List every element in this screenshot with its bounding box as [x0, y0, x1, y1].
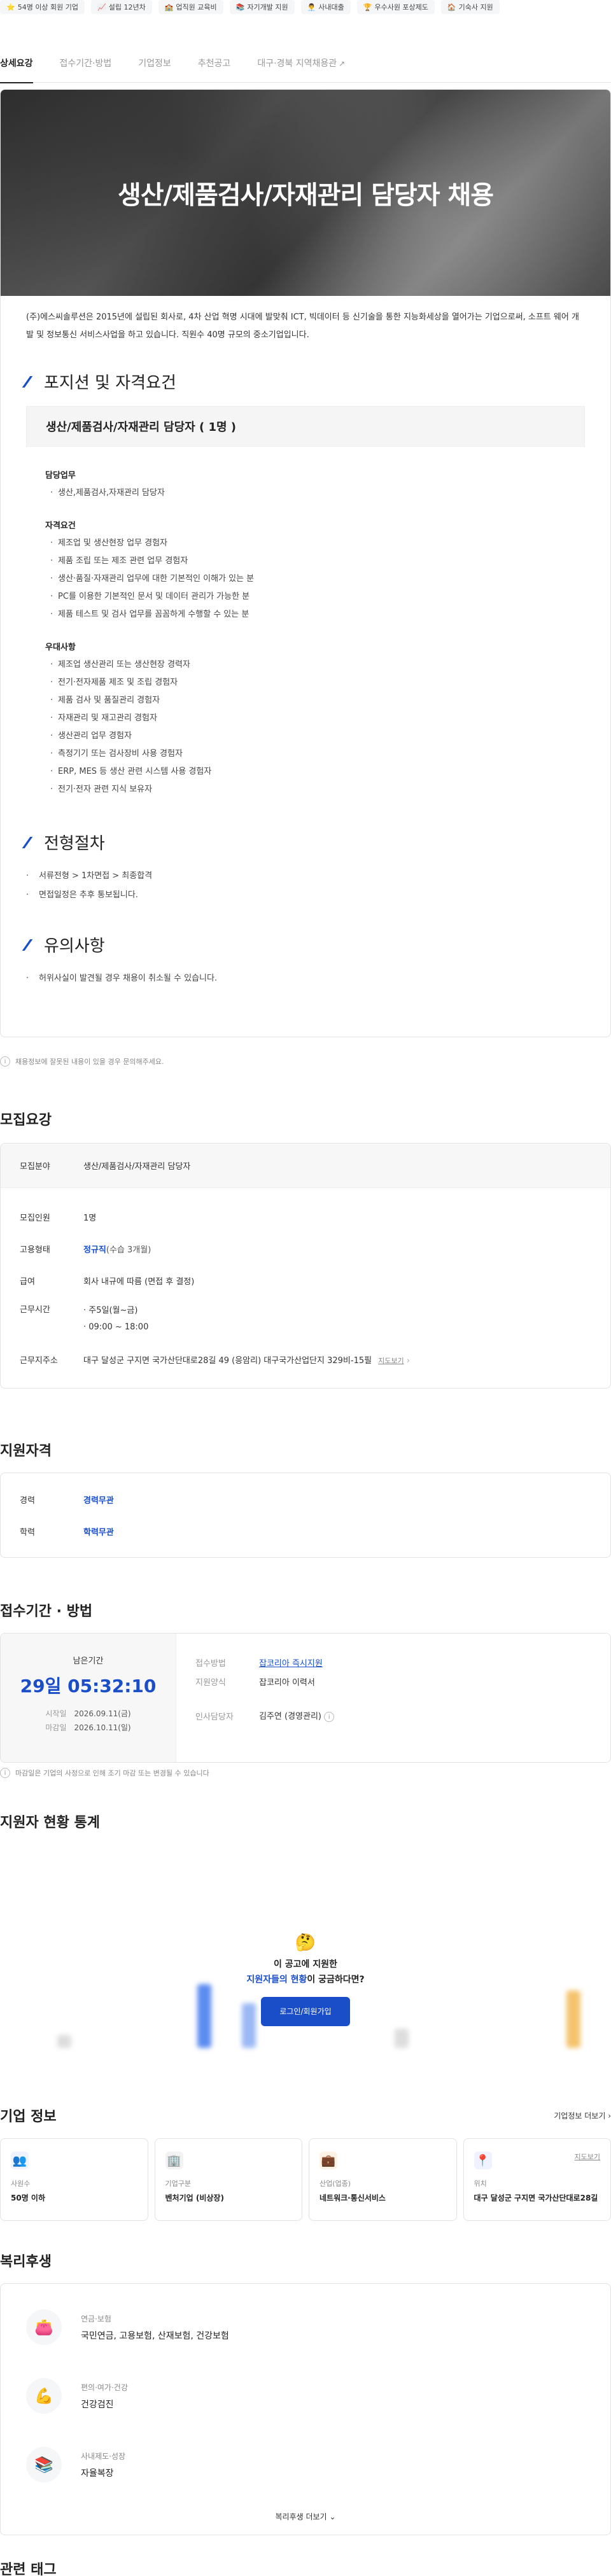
people-icon: 👥 — [11, 2152, 29, 2169]
company-more-link[interactable]: 기업정보 더보기 › — [554, 2110, 611, 2121]
chip: 🏆 우수사원 포상제도 — [356, 0, 435, 14]
company-info-card: 📍 지도보기 위치 대구 달성군 구지면 국가산단대로28길 — [463, 2138, 611, 2221]
period-box: 남은기간 29일 05:32:10 시작일 마감일 2026.09.11(금) 20… — [0, 1633, 611, 1763]
books-icon: 📚 — [26, 2447, 62, 2482]
company-intro: (주)에스씨솔루션은 2015년에 설립된 회사로, 4차 산업 혁명 시대에 … — [26, 312, 579, 340]
chip: 🏫 업직원 교육비 — [158, 0, 223, 14]
welfare-item: 👛 연금·보험 국민연금, 고용보험, 산재보험, 건강보험 — [1, 2293, 610, 2362]
list-item: 자재관리 및 재고관리 경험자 — [45, 710, 566, 727]
info-icon[interactable]: i — [324, 1712, 335, 1723]
summary-title: 모집요강 — [0, 1112, 52, 1128]
list-item: 제조업 및 생산현장 업무 경험자 — [45, 535, 566, 552]
chevron-right-icon: › — [406, 1355, 410, 1366]
company-title: 기업 정보 — [0, 2109, 57, 2125]
keyword-chips: ⭐ 54명 이상 회원 기업 📈 설립 12년차 🏫 업직원 교육비 📚 자기개발 지원… — [0, 0, 611, 15]
list-item: 생산·품질·자재관리 업무에 대한 기본적인 이해가 있는 분 — [45, 570, 566, 588]
location-pin-icon: 📍 — [474, 2152, 492, 2169]
tab-detail[interactable]: 상세요강 — [0, 45, 33, 83]
welfare-title: 복리후생 — [0, 2254, 52, 2270]
detail-tabs: 상세요강 접수기간·방법 기업정보 추천공고 대구·경북 지역채용관 ↗ — [0, 45, 611, 83]
period-notice: i 마감일은 기업의 사정으로 인해 조기 마감 또는 변경될 수 있습니다 — [0, 1768, 611, 1778]
external-link-icon: ↗ — [339, 59, 346, 68]
company-info-card: 👥 사원수 50명 이하 — [0, 2138, 148, 2221]
section-title: 포지션 및 자격요건 — [22, 370, 585, 393]
section-title: 전형절차 — [22, 830, 585, 854]
welfare-item: 📚 사내제도·성장 자율복장 — [1, 2430, 610, 2499]
period-title: 접수기간 · 방법 — [0, 1604, 93, 1620]
qualification-box: 경력 경력무관 학력 학력무관 — [0, 1473, 611, 1558]
trophy-icon: 🏆 — [363, 3, 372, 11]
wallet-icon: 👛 — [26, 2309, 62, 2345]
list-item: 허위사실이 발견될 경우 채용이 취소될 수 있습니다. — [1, 969, 610, 988]
accent-bar-icon — [22, 836, 42, 848]
tab-company[interactable]: 기업정보 — [138, 45, 171, 83]
list-item: 제품 검사 및 품질관리 경험자 — [45, 692, 566, 710]
info-icon: i — [0, 1056, 10, 1067]
login-button[interactable]: 로그인/회원가입 — [261, 1997, 350, 2026]
tab-regional[interactable]: 대구·경북 지역채용관 ↗ — [257, 45, 345, 83]
apply-method-link[interactable]: 잡코리아 즉시지원 — [259, 1656, 323, 1669]
welfare-box: 👛 연금·보험 국민연금, 고용보험, 산재보험, 건강보험 💪 편의·여가·건강… — [0, 2283, 611, 2535]
tags-title: 관련 태그 — [0, 2562, 57, 2576]
map-link[interactable]: 지도보기 — [378, 1357, 404, 1365]
section-title: 유의사항 — [22, 933, 585, 956]
tab-recommend[interactable]: 추천공고 — [198, 45, 231, 83]
qualification-title: 지원자격 — [0, 1443, 52, 1459]
stats-title: 지원자 현황 통계 — [0, 1815, 100, 1831]
map-link[interactable]: 지도보기 — [575, 2152, 600, 2162]
chevron-down-icon: ⌄ — [329, 2512, 336, 2521]
thinking-face-icon: 🤔 — [295, 1933, 316, 1952]
position-title: 생산/제품검사/자재관리 담당자 ( 1명 ) — [26, 406, 585, 447]
chip: 🏠 기숙사 지원 — [440, 0, 500, 14]
star-icon: ⭐ — [6, 3, 15, 11]
chip: ⭐ 54명 이상 회원 기업 — [0, 0, 85, 14]
chip: 👨‍💼 사내대출 — [300, 0, 351, 14]
list-item: 생산관리 업무 경험자 — [45, 727, 566, 745]
list-item: ERP, MES 등 생산 관련 시스템 사용 경험자 — [45, 763, 566, 781]
list-item: 전기·전자제품 제조 및 조립 경험자 — [45, 674, 566, 692]
job-detail-card: 생산/제품검사/자재관리 담당자 채용 (주)에스씨솔루션은 2015년에 설립… — [0, 89, 611, 1037]
accent-bar-icon — [22, 939, 42, 951]
company-info-card: 🏢 기업구분 벤처기업 (비상장) — [154, 2138, 302, 2221]
summary-table: 모집분야 생산/제품검사/자재관리 담당자 모집인원 1명 고용형태 정규직(수… — [0, 1143, 611, 1389]
hero-banner: 생산/제품검사/자재관리 담당자 채용 — [1, 90, 610, 296]
list-item: 생산,제품검사,자재관리 담당자 — [45, 484, 566, 502]
chip: 📚 자기개발 지원 — [229, 0, 295, 14]
accent-bar-icon — [22, 375, 42, 388]
list-item: 제품 테스트 및 검사 업무를 꼼꼼하게 수행할 수 있는 분 — [45, 606, 566, 624]
house-icon: 🏠 — [447, 3, 456, 11]
report-notice: i 채용정보에 잘못된 내용이 있을 경우 문의해주세요. — [0, 1056, 611, 1067]
stats-locked-panel: 🤔 이 공고에 지원한 지원자들의 현황이 궁금하다면? 로그인/회원가입 — [0, 1844, 611, 2099]
info-icon: i — [0, 1768, 10, 1778]
school-icon: 🏫 — [164, 3, 174, 11]
chart-icon: 📈 — [97, 3, 106, 11]
list-item: 서류전형 > 1차면접 > 최종합격 — [1, 867, 610, 886]
briefcase-icon: 💼 — [320, 2152, 337, 2169]
person-icon: 👨‍💼 — [307, 3, 316, 11]
books-icon: 📚 — [235, 3, 245, 11]
company-info-card: 💼 산업(업종) 네트워크·통신서비스 — [309, 2138, 457, 2221]
list-item: PC를 이용한 기본적인 문서 및 데이터 관리가 가능한 분 — [45, 588, 566, 606]
blurred-bar — [395, 2029, 409, 2048]
list-item: 제조업 생산관리 또는 생산현장 경력자 — [45, 656, 566, 674]
building-icon: 🏢 — [165, 2152, 183, 2169]
countdown: 29일 05:32:10 — [20, 1676, 157, 1697]
list-item: 제품 조립 또는 제조 관련 업무 경험자 — [45, 552, 566, 570]
welfare-item: 💪 편의·여가·건강 건강검진 — [1, 2362, 610, 2430]
chip: 📈 설립 12년차 — [91, 0, 152, 14]
list-item: 면접일정은 추후 통보됩니다. — [1, 886, 610, 905]
list-item: 전기·전자 관련 지식 보유자 — [45, 781, 566, 799]
blurred-bar — [57, 2035, 71, 2048]
list-item: 측정기기 또는 검사장비 사용 경험자 — [45, 745, 566, 763]
muscle-icon: 💪 — [26, 2378, 62, 2414]
job-title: 생산/제품검사/자재관리 담당자 채용 — [117, 181, 494, 210]
tab-period[interactable]: 접수기간·방법 — [60, 45, 112, 83]
welfare-more-button[interactable]: 복리후생 더보기 ⌄ — [1, 2499, 610, 2535]
